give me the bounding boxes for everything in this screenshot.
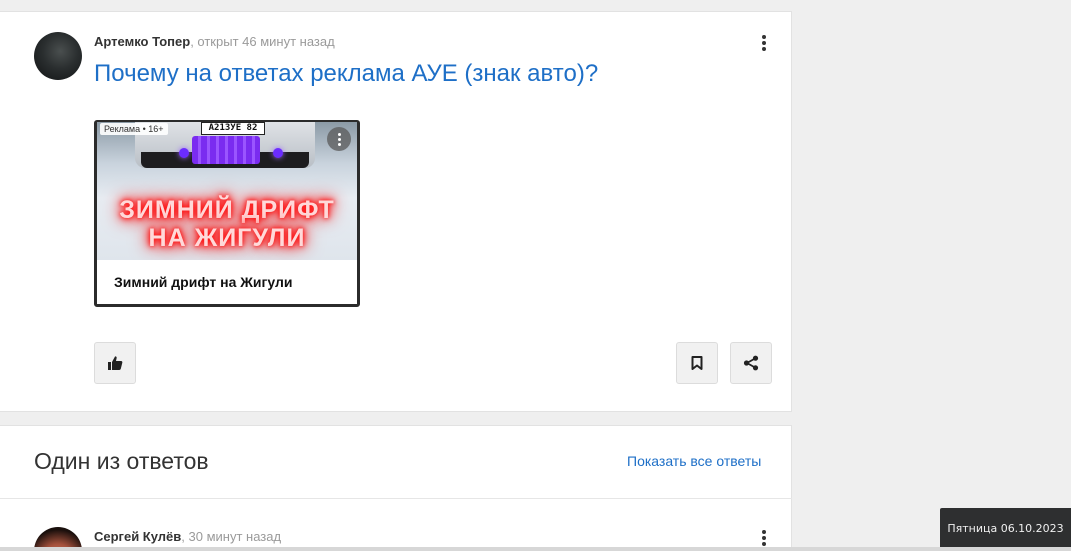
ad-block[interactable]: А213УЕ 82 Реклама • 16+ ЗИМНИЙ ДРИФТ НА … xyxy=(94,120,360,307)
question-card: Артемко Топер, открыт 46 минут назад Поч… xyxy=(0,11,792,412)
question-meta: Артемко Топер, открыт 46 минут назад xyxy=(94,34,335,49)
answers-card: Один из ответов Показать все ответы Серг… xyxy=(0,425,792,551)
like-button[interactable] xyxy=(94,342,136,384)
ad-more-icon[interactable] xyxy=(327,127,351,151)
ad-headline: ЗИМНИЙ ДРИФТ НА ЖИГУЛИ xyxy=(119,196,335,252)
car-light-left xyxy=(179,148,189,158)
ad-label: Реклама • 16+ xyxy=(100,123,168,135)
thumbs-up-icon xyxy=(108,356,123,370)
answer-time: , 30 минут назад xyxy=(181,529,282,544)
answer-author-name[interactable]: Сергей Кулёв xyxy=(94,529,181,544)
author-avatar[interactable] xyxy=(34,32,82,80)
question-time: , открыт 46 минут назад xyxy=(190,34,335,49)
answers-heading: Один из ответов xyxy=(34,448,209,474)
bookmark-icon xyxy=(691,356,703,370)
license-plate: А213УЕ 82 xyxy=(201,122,265,135)
author-name[interactable]: Артемко Топер xyxy=(94,34,190,49)
show-all-answers-link[interactable]: Показать все ответы xyxy=(627,453,761,469)
more-vertical-icon[interactable] xyxy=(752,31,776,55)
question-title[interactable]: Почему на ответах реклама АУЕ (знак авто… xyxy=(94,60,598,88)
divider xyxy=(0,498,792,499)
car-light-right xyxy=(273,148,283,158)
ad-image[interactable]: А213УЕ 82 Реклама • 16+ ЗИМНИЙ ДРИФТ НА … xyxy=(97,122,357,260)
answer-meta: Сергей Кулёв, 30 минут назад xyxy=(94,529,281,544)
ad-caption[interactable]: Зимний дрифт на Жигули xyxy=(114,274,292,290)
car-grille xyxy=(192,136,260,164)
share-button[interactable] xyxy=(730,342,772,384)
bottom-strip xyxy=(0,547,1071,551)
share-icon xyxy=(743,355,759,371)
bookmark-button[interactable] xyxy=(676,342,718,384)
taskbar-clock[interactable]: Пятница 06.10.2023 xyxy=(940,508,1071,548)
